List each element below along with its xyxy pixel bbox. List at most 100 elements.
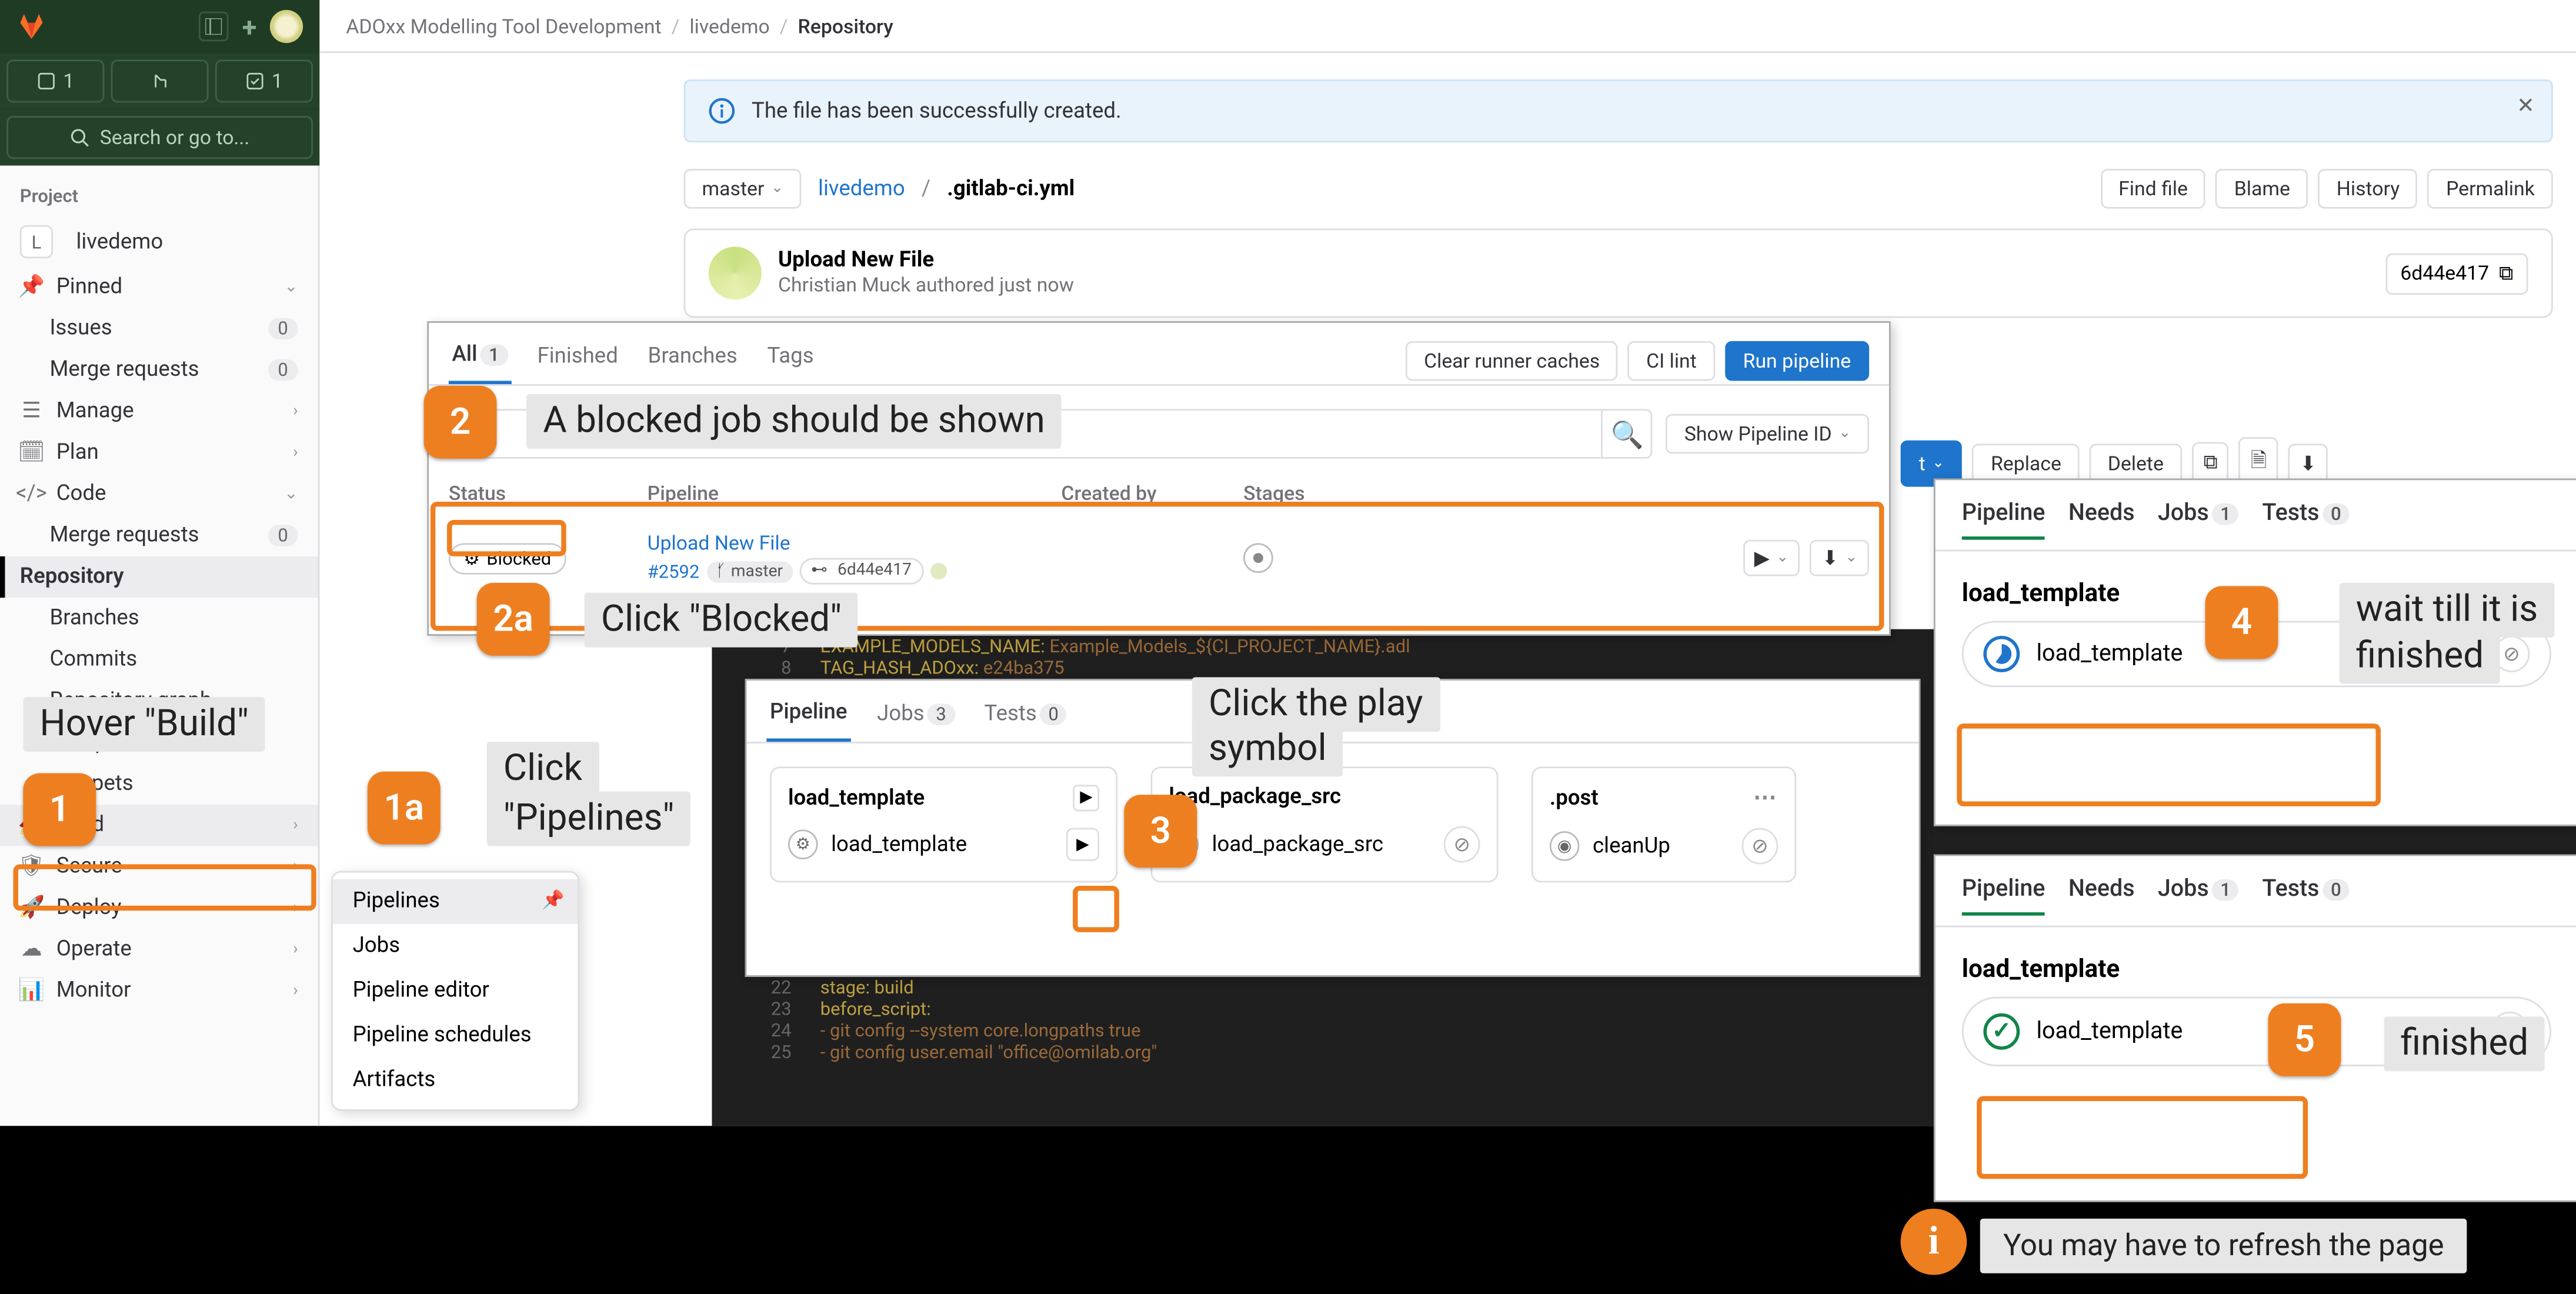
add-icon[interactable]: + — [242, 11, 257, 42]
mini-stage-name: load_template — [1962, 953, 2551, 983]
search-placeholder: Search or go to... — [100, 126, 250, 149]
sidebar-item-merge-requests[interactable]: Merge requests0 — [0, 349, 318, 391]
mtab-tests[interactable]: Tests0 — [2262, 876, 2349, 916]
sidebar-item-issues[interactable]: Issues0 — [0, 308, 318, 349]
sidebar-item-branches[interactable]: Branches — [0, 598, 318, 639]
sidebar-item-monitor[interactable]: 📊Monitor› — [0, 970, 318, 1012]
pipeline-ref[interactable]: ᚶmaster — [706, 561, 793, 582]
blame-button[interactable]: Blame — [2216, 169, 2308, 209]
status-blocked[interactable]: ⚙Blocked — [449, 542, 566, 573]
job-play-button[interactable]: ▶ — [1066, 828, 1099, 861]
sidebar-item-secure[interactable]: 🛡Secure› — [0, 846, 318, 887]
sidebar-item-deploy[interactable]: 🚀Deploy› — [0, 888, 318, 929]
job-load-template[interactable]: ⚙ load_template ▶ — [788, 828, 1099, 861]
pipeline-sha[interactable]: ⊷ 6d44e417 — [799, 558, 923, 585]
sidebar-item-repository[interactable]: Repository — [0, 556, 318, 598]
path-root[interactable]: livedemo — [818, 176, 905, 201]
sidebar-item-manage[interactable]: ☰Manage› — [0, 391, 318, 432]
mtab-pipeline[interactable]: Pipeline — [1962, 500, 2046, 540]
chevron-right-icon: › — [293, 858, 298, 876]
mtab-pipeline[interactable]: Pipeline — [1962, 876, 2046, 916]
copy-contents-icon[interactable]: ⧉ — [2192, 442, 2230, 483]
todo-counter[interactable]: 1 — [215, 59, 313, 102]
sidebar-item-code[interactable]: </>Code⌄ — [0, 473, 318, 515]
pipeline-row[interactable]: ⚙Blocked Upload New File #2592 ᚶmaster ⊷… — [429, 515, 1889, 601]
mr-counter[interactable] — [111, 59, 209, 102]
mtab-tests[interactable]: Tests0 — [2262, 500, 2349, 540]
file-bar: master ⌄ livedemo / .gitlab-ci.yml Find … — [684, 169, 2553, 209]
commit-avatar — [709, 246, 762, 299]
mtab-needs[interactable]: Needs — [2068, 876, 2135, 916]
more-icon[interactable]: ⋯ — [1753, 785, 1778, 811]
anno-badge-5: 5 — [2268, 1003, 2341, 1076]
crumb-group[interactable]: ADOxx Modelling Tool Development — [346, 14, 661, 37]
mtab-jobs[interactable]: Jobs1 — [2158, 876, 2239, 916]
stage-status-icon[interactable] — [1243, 543, 1273, 573]
branch-selector[interactable]: master ⌄ — [684, 169, 802, 209]
row-play-button[interactable]: ▶ ⌄ — [1743, 540, 1800, 576]
tab-tags[interactable]: Tags — [764, 338, 817, 382]
mtab-needs[interactable]: Needs — [2068, 500, 2135, 540]
close-icon[interactable]: ✕ — [2517, 94, 2535, 119]
job-cleanup[interactable]: ◉ cleanUp ⊘ — [1550, 828, 1778, 865]
tab-all[interactable]: All1 — [449, 336, 511, 384]
path-file: .gitlab-ci.yml — [947, 176, 1075, 201]
user-avatar[interactable] — [270, 10, 303, 43]
submenu-jobs[interactable]: Jobs — [333, 924, 578, 969]
sidebar-item-operate[interactable]: ☁Operate› — [0, 929, 318, 970]
anno-badge-2: 2 — [424, 386, 497, 459]
cancel-icon[interactable]: ⊘ — [1741, 828, 1778, 865]
top-bar-counters: 1 1 — [0, 53, 319, 109]
find-file-button[interactable]: Find file — [2100, 169, 2206, 209]
chevron-right-icon: › — [293, 899, 298, 918]
run-pipeline-button[interactable]: Run pipeline — [1725, 340, 1869, 380]
col-status: Status — [449, 482, 648, 505]
tab-branches[interactable]: Branches — [645, 338, 740, 382]
submenu-artifacts[interactable]: Artifacts — [333, 1058, 578, 1103]
chevron-down-icon: ⌄ — [284, 485, 298, 503]
submenu-schedules[interactable]: Pipeline schedules — [333, 1013, 578, 1058]
circle-icon: ◉ — [1550, 831, 1580, 861]
permalink-button[interactable]: Permalink — [2428, 169, 2553, 209]
issues-counter[interactable]: 1 — [6, 59, 104, 102]
sidebar-item-plan[interactable]: 🗓Plan› — [0, 432, 318, 473]
stage-name: .post — [1550, 786, 1599, 811]
download-icon[interactable]: ⬇ — [2288, 443, 2328, 483]
show-pipeline-id[interactable]: Show Pipeline ID ⌄ — [1666, 414, 1869, 454]
sidebar: Project L livedemo 📌 Pinned⌄ Issues0 Mer… — [0, 166, 319, 1126]
tab-finished[interactable]: Finished — [534, 338, 622, 382]
cancel-icon[interactable]: ⊘ — [1444, 826, 1480, 863]
sidebar-item-commits[interactable]: Commits — [0, 639, 318, 681]
ci-lint-button[interactable]: CI lint — [1628, 340, 1715, 380]
pin-icon: 📌 — [20, 276, 43, 299]
ptab-pipeline[interactable]: Pipeline — [766, 693, 850, 742]
check-icon: ✓ — [1983, 1013, 2020, 1050]
stage-play-icon[interactable]: ▶ — [1073, 785, 1099, 811]
job-load-package-src[interactable]: ◉ load_package_src ⊘ — [1169, 826, 1480, 863]
mtab-jobs[interactable]: Jobs1 — [2158, 500, 2239, 540]
row-download-button[interactable]: ⬇ ⌄ — [1810, 540, 1869, 576]
info-text: You may have to refresh the page — [1980, 1219, 2467, 1273]
copy-icon[interactable]: ⧉ — [2499, 261, 2513, 285]
delete-button[interactable]: Delete — [2090, 443, 2182, 483]
pipeline-id[interactable]: #2592 — [648, 561, 700, 582]
ptab-jobs[interactable]: Jobs3 — [874, 695, 958, 740]
crumb-project[interactable]: livedemo — [689, 14, 769, 37]
search-bar[interactable]: Search or go to... — [0, 109, 319, 166]
ptab-tests[interactable]: Tests0 — [981, 695, 1070, 740]
sidebar-toggle-icon[interactable] — [199, 12, 229, 42]
commit-author[interactable]: Christian Muck — [778, 273, 910, 296]
sidebar-item-pinned[interactable]: 📌 Pinned⌄ — [0, 266, 318, 308]
pipeline-title[interactable]: Upload New File — [648, 532, 790, 555]
submenu-pipelines[interactable]: Pipelines📌 — [333, 879, 578, 924]
project-link[interactable]: L livedemo — [0, 217, 318, 266]
pin-icon[interactable]: 📌 — [542, 889, 565, 911]
sidebar-item-code-mr[interactable]: Merge requests0 — [0, 515, 318, 556]
anno-text-wait-2: finished — [2340, 629, 2501, 685]
submenu-editor[interactable]: Pipeline editor — [333, 969, 578, 1013]
clear-caches-button[interactable]: Clear runner caches — [1406, 340, 1618, 380]
commit-sha[interactable]: 6d44e417 ⧉ — [2385, 252, 2528, 294]
replace-button[interactable]: Replace — [1973, 443, 2080, 483]
history-button[interactable]: History — [2318, 169, 2418, 209]
chevron-right-icon: › — [293, 941, 298, 959]
